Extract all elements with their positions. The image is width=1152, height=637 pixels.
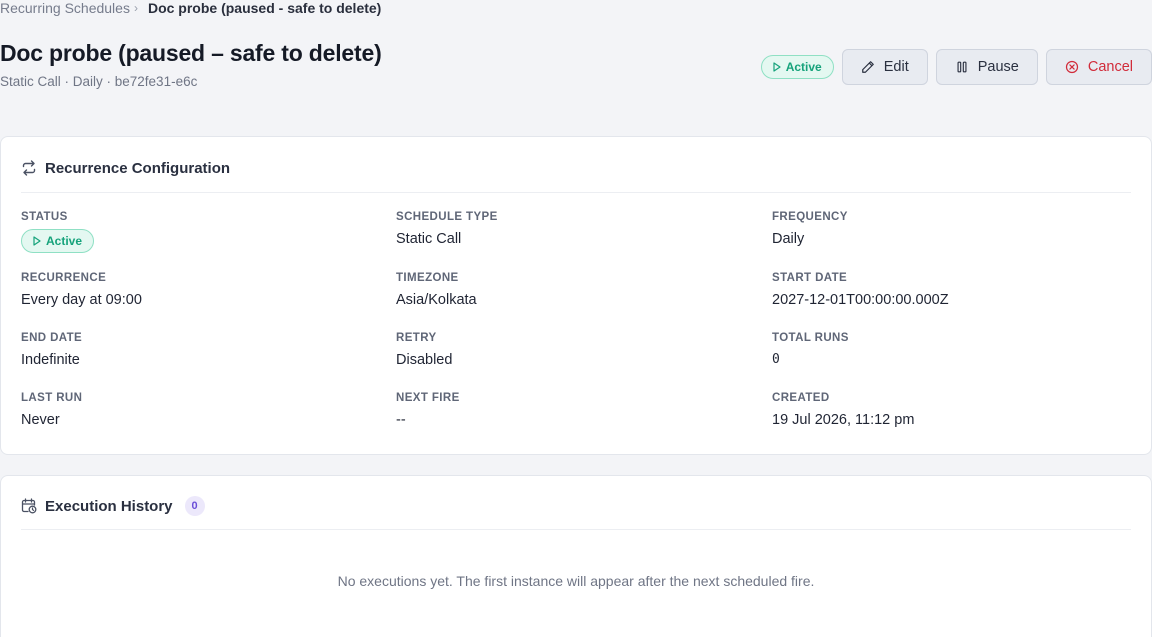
cancel-button[interactable]: Cancel: [1045, 49, 1152, 85]
field-value: Never: [21, 412, 60, 428]
status-badge: Active: [760, 55, 834, 79]
field-label: Last Run: [21, 392, 83, 404]
play-icon: [33, 236, 41, 246]
count-badge: 0: [184, 496, 205, 516]
card-header: Execution History 0: [21, 476, 1131, 530]
status-badge-label: Active: [785, 60, 822, 74]
page-subtitle: Static Call · Daily · be72fe31-e6c: [0, 74, 198, 89]
field-value: 19 Jul 2026, 11:12 pm: [772, 412, 915, 428]
field-value: --: [396, 412, 406, 428]
header-actions: Active Edit Pause Cancel: [760, 49, 1152, 85]
status-badge: Active: [21, 229, 95, 253]
field-created: Created 19 Jul 2026, 11:12 pm: [772, 392, 914, 428]
field-label: Retry: [396, 332, 437, 344]
field-value: Indefinite: [21, 352, 80, 368]
field-value: Static Call: [396, 231, 462, 247]
field-start-date: Start Date 2027-12-01T00:00:00.000Z: [772, 272, 949, 308]
field-label: Recurrence: [21, 272, 107, 284]
card-title: Execution History: [45, 497, 173, 515]
pencil-icon: [861, 61, 874, 73]
field-label: Frequency: [772, 211, 848, 223]
breadcrumb-current: Doc probe (paused - safe to delete): [147, 0, 382, 16]
field-recurrence: Recurrence Every day at 09:00: [21, 272, 142, 308]
edit-button[interactable]: Edit: [841, 49, 928, 85]
field-end-date: End Date Indefinite: [21, 332, 82, 368]
field-value: 0: [772, 352, 780, 367]
field-label: Next Fire: [396, 392, 460, 404]
field-value: 2027-12-01T00:00:00.000Z: [772, 292, 949, 308]
recurrence-configuration-card: Recurrence Configuration Status Active S…: [0, 136, 1152, 455]
field-total-runs: Total Runs 0: [772, 332, 849, 367]
field-label: Total Runs: [772, 332, 849, 344]
field-retry: Retry Disabled: [396, 332, 452, 368]
repeat-icon: [22, 160, 36, 176]
field-label: Start Date: [772, 272, 848, 284]
field-value: Asia/Kolkata: [396, 292, 477, 308]
page-title: Doc probe (paused – safe to delete): [0, 40, 382, 66]
field-frequency: Frequency Daily: [772, 211, 848, 247]
field-timezone: Timezone Asia/Kolkata: [396, 272, 477, 308]
field-last-run: Last Run Never: [21, 392, 82, 428]
field-label: Status: [21, 211, 68, 223]
empty-state-message: No executions yet. The first instance wi…: [337, 573, 815, 589]
pause-icon: [957, 61, 967, 73]
field-value: Every day at 09:00: [21, 292, 142, 308]
breadcrumb-link-recurring-schedules[interactable]: Recurring Schedules: [0, 0, 130, 16]
field-schedule-type: Schedule Type Static Call: [396, 211, 498, 247]
chevron-right-icon: ›: [133, 1, 138, 15]
field-next-fire: Next Fire --: [396, 392, 460, 428]
field-label: Created: [772, 392, 830, 404]
field-value: Daily: [772, 231, 805, 247]
execution-history-card: Execution History 0 No executions yet. T…: [0, 475, 1152, 637]
field-label: Schedule Type: [396, 211, 498, 223]
card-header: Recurrence Configuration: [21, 137, 1131, 193]
edit-button-label: Edit: [883, 59, 909, 75]
field-value: Disabled: [396, 352, 453, 368]
card-title: Recurrence Configuration: [45, 159, 231, 177]
calendar-clock-icon: [21, 498, 37, 514]
field-status: Status Active: [21, 211, 95, 253]
x-circle-icon: [1065, 60, 1078, 74]
field-label: Timezone: [396, 272, 459, 284]
breadcrumb: Recurring Schedules › Doc probe (paused …: [0, 0, 381, 18]
cancel-button-label: Cancel: [1087, 59, 1133, 75]
pause-button-label: Pause: [977, 59, 1019, 75]
play-icon: [773, 62, 781, 72]
pause-button[interactable]: Pause: [935, 49, 1038, 85]
field-label: End Date: [21, 332, 83, 344]
status-badge-label: Active: [46, 234, 83, 248]
